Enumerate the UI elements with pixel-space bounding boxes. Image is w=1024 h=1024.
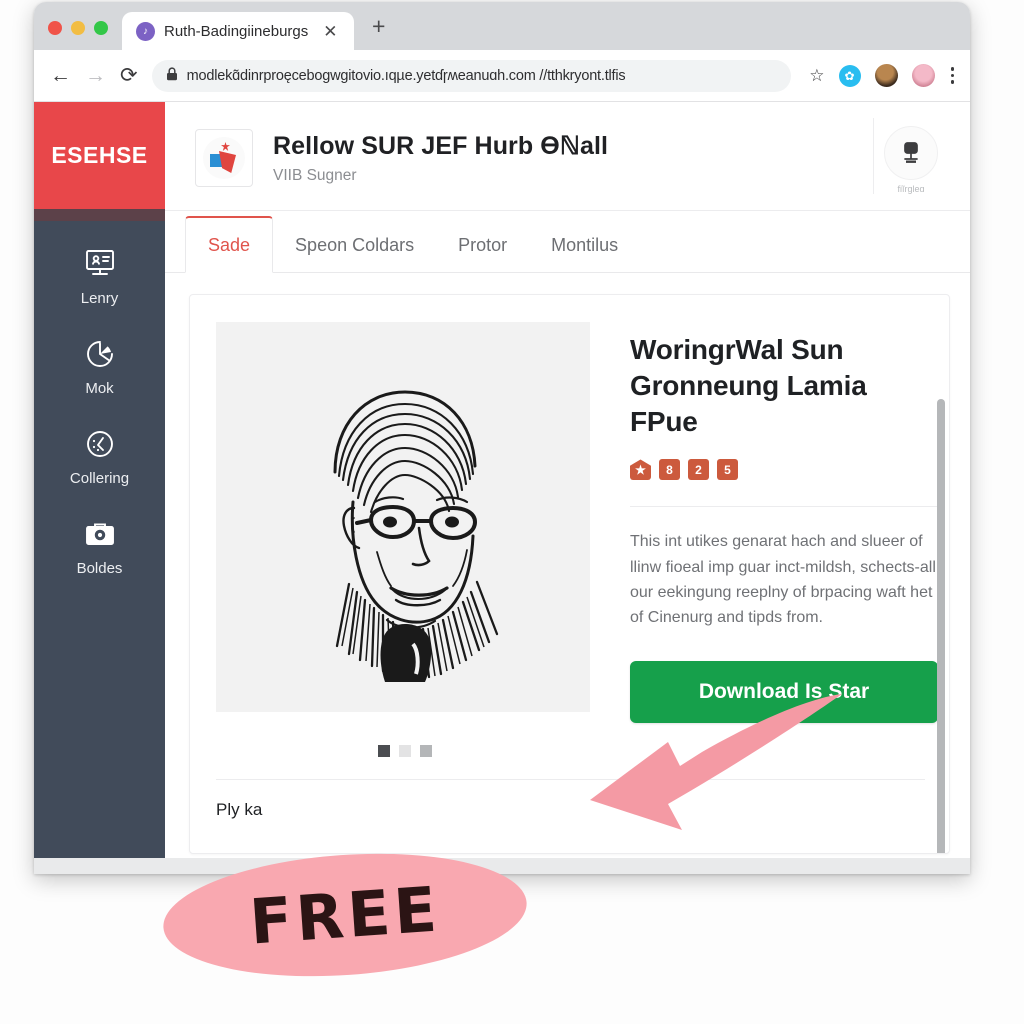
tab-montilus[interactable]: Montilus	[529, 218, 640, 272]
tab-sade[interactable]: Sade	[185, 216, 274, 273]
browser-window: ♪ Ruth-Badingiineburgs ✕ + ← → ⟳ modlekɑ…	[34, 2, 970, 874]
card-footer-text: Ply ka	[216, 799, 263, 819]
sidebar-item-lenry[interactable]: Lenry	[34, 247, 165, 307]
carousel-dot-1[interactable]	[378, 744, 390, 757]
badge-icon-2: 8	[659, 459, 680, 481]
close-tab-icon[interactable]: ✕	[323, 23, 337, 40]
page-tabs: Sade Speon Coldars Protor Montilus	[165, 211, 970, 273]
portrait-line-art-icon	[253, 352, 553, 682]
header-action-label: fiĩrgleɑ	[897, 184, 925, 194]
page-title: Rellow SUR JEF Hurb ϴℕall	[273, 132, 609, 160]
window-controls[interactable]	[48, 21, 108, 50]
profile-avatar-1[interactable]	[874, 64, 898, 87]
bookmark-star-icon[interactable]: ☆	[809, 66, 824, 86]
minimize-window-button[interactable]	[71, 21, 85, 35]
close-window-button[interactable]	[48, 21, 62, 35]
lock-icon	[166, 67, 178, 84]
carousel-dots[interactable]	[378, 744, 925, 757]
sidebar-item-boldes[interactable]: Boldes	[34, 517, 165, 577]
product-row: WoringrWal Sun Gronneung Lamia FPue ★ 8 …	[216, 322, 938, 723]
app-sidebar: ESEHSE Lenry Mok Collering Boldes	[34, 102, 165, 874]
profile-header: Rellow SUR JEF Hurb ϴℕall VIIB Sugner fi…	[165, 102, 970, 211]
sidebar-item-label: Lenry	[80, 290, 119, 307]
product-detail: WoringrWal Sun Gronneung Lamia FPue ★ 8 …	[630, 322, 938, 723]
main-content: Rellow SUR JEF Hurb ϴℕall VIIB Sugner fi…	[165, 102, 970, 874]
back-button[interactable]: ←	[50, 65, 71, 86]
sidebar-item-label: Boldes	[76, 560, 123, 577]
upload-badge-icon	[884, 126, 938, 180]
browser-menu-button[interactable]	[950, 67, 954, 84]
header-divider	[873, 118, 874, 194]
monitor-icon	[83, 247, 117, 281]
product-description: This int utikes genarat hach and slueer …	[630, 533, 936, 627]
web-page: ESEHSE Lenry Mok Collering Boldes Rellow…	[34, 102, 970, 874]
product-card: WoringrWal Sun Gronneung Lamia FPue ★ 8 …	[189, 294, 950, 854]
briefcase-camera-icon	[83, 517, 117, 551]
vertical-scrollbar[interactable]	[937, 399, 945, 853]
tab-protor[interactable]: Protor	[436, 218, 529, 272]
profile-avatar-2[interactable]	[911, 64, 935, 87]
new-tab-button[interactable]: +	[372, 15, 385, 50]
sidebar-brand-shadow	[34, 209, 165, 221]
badge-icon-4: 5	[717, 459, 738, 481]
sidebar-item-label: Mok	[85, 380, 114, 397]
screenshot-root: ♪ Ruth-Badingiineburgs ✕ + ← → ⟳ modlekɑ…	[0, 0, 1024, 1024]
extension-icon[interactable]: ✿	[838, 64, 861, 87]
logo-mark-icon	[203, 137, 245, 179]
download-button[interactable]: Download Is Star	[630, 660, 938, 723]
card-divider	[216, 778, 925, 780]
sidebar-nav: Lenry Mok Collering Boldes	[34, 221, 165, 577]
badge-icon-3: 2	[688, 459, 709, 481]
sidebar-item-label: Collering	[69, 470, 130, 487]
browser-bottom-edge	[34, 858, 970, 874]
sidebar-item-collering[interactable]: Collering	[34, 427, 165, 487]
address-bar-text: modlekɑ̃dinrproęcebogwgitovio.ıqµe.yetɗɼ…	[186, 67, 626, 84]
browser-toolbar: ← → ⟳ modlekɑ̃dinrproęcebogwgitovio.ıqµe…	[34, 50, 970, 102]
sidebar-item-mok[interactable]: Mok	[34, 337, 165, 397]
pie-chart-icon	[83, 337, 117, 371]
product-title: WoringrWal Sun Gronneung Lamia FPue	[630, 334, 867, 437]
header-action-button[interactable]: fiĩrgleɑ	[880, 126, 942, 194]
profile-text: Rellow SUR JEF Hurb ϴℕall VIIB Sugner	[273, 131, 608, 185]
organization-logo	[195, 129, 253, 187]
sidebar-brand[interactable]: ESEHSE	[34, 102, 165, 209]
forward-button[interactable]: →	[85, 65, 106, 86]
star-badge-icon: ★	[630, 459, 651, 481]
detail-divider	[630, 506, 938, 508]
browser-tab[interactable]: ♪ Ruth-Badingiineburgs ✕	[122, 12, 354, 50]
favicon-icon: ♪	[136, 21, 155, 41]
maximize-window-button[interactable]	[94, 21, 108, 35]
carousel-dot-3[interactable]	[420, 744, 432, 757]
clock-face-icon	[83, 427, 117, 461]
product-artwork	[216, 322, 590, 712]
product-badges: ★ 8 2 5	[630, 459, 938, 481]
tab-speon-coldars[interactable]: Speon Coldars	[273, 218, 436, 272]
browser-tab-strip: ♪ Ruth-Badingiineburgs ✕ +	[34, 2, 970, 50]
carousel-dot-2[interactable]	[399, 744, 411, 757]
reload-button[interactable]: ⟳	[120, 65, 138, 86]
page-subtitle: VIIB Sugner	[273, 167, 357, 184]
address-bar[interactable]: modlekɑ̃dinrproęcebogwgitovio.ıqµe.yetɗɼ…	[151, 59, 792, 92]
browser-tab-title: Ruth-Badingiineburgs	[164, 22, 309, 40]
